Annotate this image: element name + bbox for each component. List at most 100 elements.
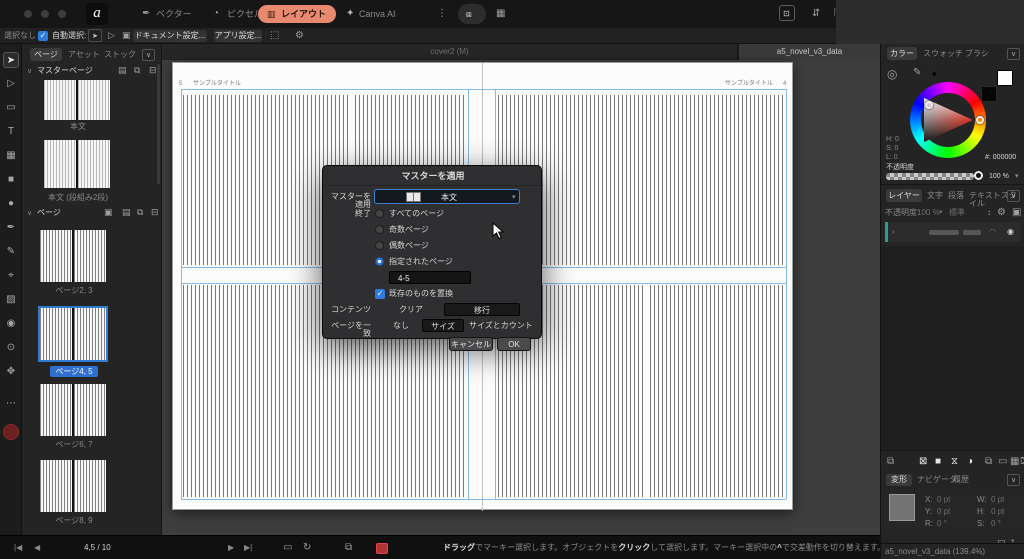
stepper-icon[interactable]: ↕ — [987, 209, 991, 217]
transform-panel-menu-icon[interactable]: ∨ — [1007, 474, 1020, 486]
duplicate-page-icon[interactable]: ⧉ — [137, 208, 143, 217]
opacity-value[interactable]: 100 % — [989, 173, 1009, 180]
delete-page-icon[interactable]: ⊟ — [151, 208, 159, 217]
x-value[interactable]: 0 pt — [937, 496, 950, 504]
fill-layer-icon[interactable]: ■ — [935, 456, 941, 467]
persona-layout-tab[interactable]: ▥ レイアウト — [258, 5, 336, 23]
rotate-view-icon[interactable]: ↻ — [303, 543, 311, 553]
color-panel-menu-icon[interactable]: ∨ — [1007, 48, 1020, 60]
add-page-icon[interactable]: ▤ — [122, 208, 131, 217]
pages-panel-scrollbar[interactable] — [157, 64, 160, 184]
edit-all-layers-icon[interactable]: ⧉ — [887, 457, 894, 467]
layer-visibility-icon[interactable]: ◉ — [1007, 228, 1014, 236]
mask-icon[interactable]: ⊠ — [919, 456, 927, 467]
swap-colors-icon[interactable]: ◎ — [887, 68, 897, 80]
window-zoom-button[interactable] — [58, 10, 66, 18]
help-button[interactable]: ⊡ — [779, 5, 795, 21]
edit-pages-icon[interactable]: ▣ — [104, 208, 113, 217]
last-spread-icon[interactable]: ▶| — [244, 544, 252, 552]
master-section-collapse-icon[interactable]: ∨ — [27, 68, 32, 75]
pages-section-collapse-icon[interactable]: ∨ — [27, 210, 32, 217]
canva-ai-tab[interactable]: Canva AI — [359, 10, 396, 19]
first-spread-icon[interactable]: |◀ — [14, 544, 22, 552]
radio-specified-pages[interactable] — [375, 257, 384, 266]
fill-color-dot[interactable]: ● — [931, 68, 938, 80]
view-tool-icon[interactable]: ✥ — [3, 364, 19, 380]
tab-navigator[interactable]: ナビゲータ — [917, 476, 957, 484]
r-value[interactable]: 0 ° — [937, 520, 947, 528]
page-range-input[interactable]: 4-5 — [389, 271, 471, 284]
duplicate-master-icon[interactable]: ⧉ — [134, 66, 140, 75]
delete-layer-icon[interactable]: ⌦ — [1020, 457, 1024, 466]
spread-thumbnail-6-7[interactable] — [40, 384, 106, 436]
window-minimize-button[interactable] — [41, 10, 49, 18]
hex-value[interactable]: #: 000000 — [985, 154, 1016, 161]
fill-tool-icon[interactable]: ◉ — [3, 316, 19, 332]
frame-text-tool-icon[interactable]: ▭ — [3, 100, 19, 116]
panel-menu-chevron-icon[interactable]: ∨ — [142, 49, 155, 61]
spread-thumbnail-8-9[interactable] — [40, 460, 106, 512]
workspace-switcher[interactable]: ⧈ — [458, 4, 486, 24]
stroke-swatch[interactable] — [997, 70, 1013, 86]
document-tab-active[interactable]: a5_novel_v3_data — [739, 44, 880, 60]
group-layers-icon[interactable]: ⧉ — [985, 457, 992, 467]
picture-frame-tool-icon[interactable]: ▨ — [3, 292, 19, 308]
gear-icon[interactable]: ⚙ — [295, 31, 304, 41]
document-settings-button[interactable]: ドキュメント設定... — [133, 30, 207, 42]
move-tool-icon[interactable]: ➤ — [3, 52, 19, 68]
tab-stock[interactable]: ストック — [104, 51, 136, 59]
zoom-tool-icon[interactable]: ⊙ — [3, 340, 19, 356]
cursor-b-icon[interactable]: ▷ — [108, 31, 115, 40]
layers-panel-menu-icon[interactable]: ∨ — [1007, 190, 1020, 202]
view-mode-icon[interactable]: ▭ — [997, 537, 1006, 546]
corner-tool-icon[interactable]: ⌖ — [3, 268, 19, 284]
pencil-tool-icon[interactable]: ✎ — [3, 244, 19, 260]
add-master-icon[interactable]: ▤ — [118, 66, 127, 75]
document-tab-inactive[interactable]: cover2 (M) — [162, 44, 738, 60]
preview-mode-icon[interactable]: ▭ — [283, 543, 292, 553]
radio-odd-pages[interactable] — [375, 225, 384, 234]
node-tool-icon[interactable]: ▷ — [3, 76, 19, 92]
blend-mode-value[interactable]: 標準 — [949, 209, 965, 217]
s-value[interactable]: 0 ° — [991, 520, 1001, 528]
radio-all-pages[interactable] — [375, 209, 384, 218]
spread-thumbnail-2-3[interactable] — [40, 230, 106, 282]
ellipse-tool-icon[interactable]: ● — [3, 196, 19, 212]
lock-icon[interactable]: ▣ — [1012, 208, 1021, 218]
cancel-button[interactable]: キャンセル — [449, 337, 493, 351]
rectangle-tool-icon[interactable]: ■ — [3, 172, 19, 188]
content-migrate-option[interactable]: 移行 — [444, 303, 520, 316]
window-close-button[interactable] — [24, 10, 32, 18]
overflow-menu-icon[interactable]: ⋮ — [437, 9, 447, 19]
layer-item[interactable]: › ◠ ◉ — [885, 222, 1021, 242]
cursor-c-icon[interactable]: ▣ — [122, 31, 131, 40]
artistic-text-tool-icon[interactable]: T — [3, 124, 19, 140]
master-thumbnail-honbun[interactable] — [44, 80, 110, 120]
studio-grid-icon[interactable]: ▦ — [496, 9, 505, 19]
radio-even-pages[interactable] — [375, 241, 384, 250]
opacity-slider-knob[interactable] — [974, 171, 983, 180]
color-wheel[interactable] — [910, 82, 986, 158]
pen-tool-icon[interactable]: ✒ — [3, 220, 19, 236]
tab-pages[interactable]: ページ — [30, 48, 62, 61]
next-spread-icon[interactable]: ▶ — [228, 544, 234, 552]
previous-spread-icon[interactable]: ◀ — [34, 544, 40, 552]
master-select-dropdown[interactable]: 本文 ▾ — [374, 189, 520, 204]
persona-vector-tab[interactable]: ベクター — [156, 10, 192, 19]
share-icon[interactable]: ⇵ — [812, 9, 820, 19]
app-settings-button[interactable]: アプリ設定... — [214, 30, 262, 42]
new-layer-icon[interactable]: ▭ — [998, 457, 1007, 467]
tab-color[interactable]: カラー — [887, 47, 917, 60]
w-value[interactable]: 0 pt — [991, 496, 1004, 504]
h-value[interactable]: 0 pt — [991, 508, 1004, 516]
marquee-icon[interactable]: ⬚ — [270, 31, 279, 41]
live-filter-icon[interactable]: ◑ — [967, 456, 973, 467]
record-icon[interactable] — [376, 543, 388, 554]
spread-thumbnail-4-5-selected[interactable] — [38, 306, 108, 362]
opacity-slider[interactable] — [886, 173, 974, 180]
replace-existing-checkbox[interactable]: ✓ — [375, 289, 385, 299]
eyedropper-icon[interactable]: ✎ — [913, 68, 921, 78]
layer-fx-gear-icon[interactable]: ⚙ — [997, 208, 1006, 218]
tab-paragraph[interactable]: 段落 — [948, 192, 964, 200]
hue-marker[interactable] — [976, 116, 984, 124]
